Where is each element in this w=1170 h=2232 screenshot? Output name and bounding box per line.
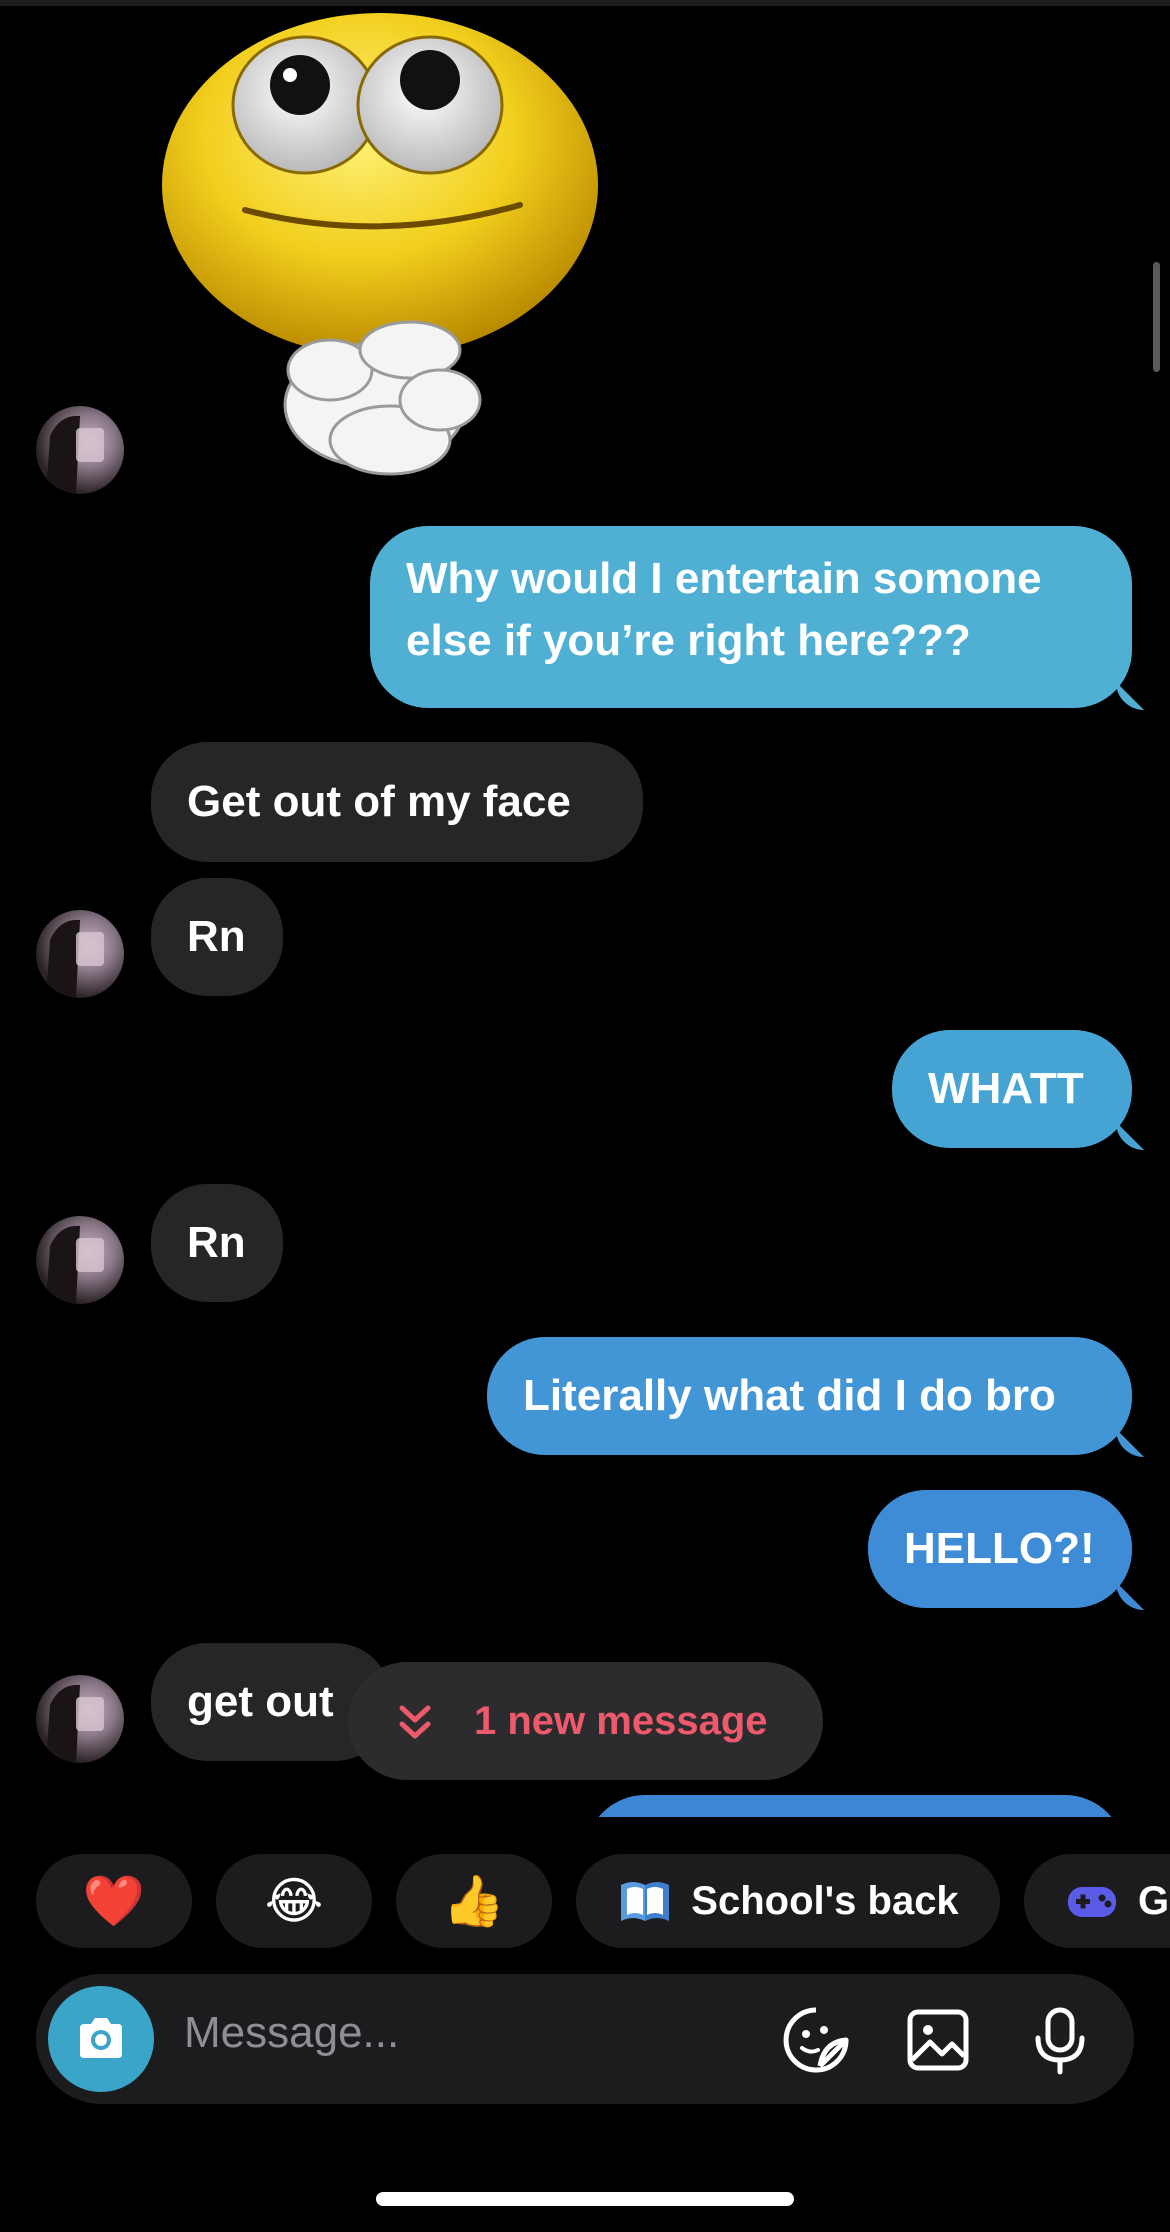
camera-button[interactable] — [48, 1986, 154, 2092]
gallery-icon[interactable] — [902, 2004, 974, 2076]
message-outgoing[interactable]: Literally what did I do bro — [487, 1337, 1132, 1455]
quick-reply-games[interactable]: Ga — [1024, 1854, 1170, 1948]
message-outgoing[interactable]: HELLO?! — [868, 1490, 1132, 1608]
home-indicator[interactable] — [376, 2192, 794, 2206]
message-incoming[interactable]: Rn — [151, 878, 283, 996]
book-icon — [621, 1882, 670, 1921]
gamepad-icon — [1068, 1887, 1116, 1917]
microphone-icon[interactable] — [1024, 2004, 1096, 2076]
chevron-double-down-icon — [399, 1705, 431, 1739]
contact-avatar[interactable] — [36, 1675, 124, 1763]
message-incoming[interactable]: Get out of my face — [151, 742, 643, 862]
quick-reply-schools-back[interactable]: School's back — [576, 1854, 1000, 1948]
chip-label: School's back — [691, 1878, 959, 1923]
laughing-emoji: 😂 — [264, 1873, 324, 1929]
sticker-icon[interactable] — [780, 2004, 852, 2076]
message-input[interactable]: Message... — [184, 2008, 399, 2058]
new-message-label: 1 new message — [474, 1698, 768, 1743]
chip-label: Ga — [1138, 1878, 1170, 1923]
scroll-indicator[interactable] — [1153, 262, 1160, 372]
contact-avatar[interactable] — [36, 910, 124, 998]
quick-reply-thumbs-up[interactable]: 👍 — [396, 1854, 552, 1948]
thinking-emoji-sticker — [162, 13, 598, 476]
new-message-button[interactable]: 1 new message — [348, 1662, 823, 1780]
message-outgoing[interactable]: Why would I entertain somone else if you… — [370, 526, 1132, 708]
quick-reply-laughing[interactable]: 😂 — [216, 1854, 372, 1948]
message-composer: Message... — [36, 1974, 1134, 2104]
contact-avatar[interactable] — [36, 406, 124, 494]
composer-area-background — [0, 1817, 1170, 1857]
thumbs-up-emoji: 👍 — [442, 1873, 506, 1929]
status-divider — [0, 0, 1170, 6]
contact-avatar[interactable] — [36, 1216, 124, 1304]
message-outgoing[interactable]: WHATT — [892, 1030, 1132, 1148]
camera-icon — [80, 2018, 122, 2058]
message-incoming[interactable]: Rn — [151, 1184, 283, 1302]
quick-reply-heart[interactable]: ❤️ — [36, 1854, 192, 1948]
heart-emoji: ❤️ — [82, 1873, 146, 1929]
